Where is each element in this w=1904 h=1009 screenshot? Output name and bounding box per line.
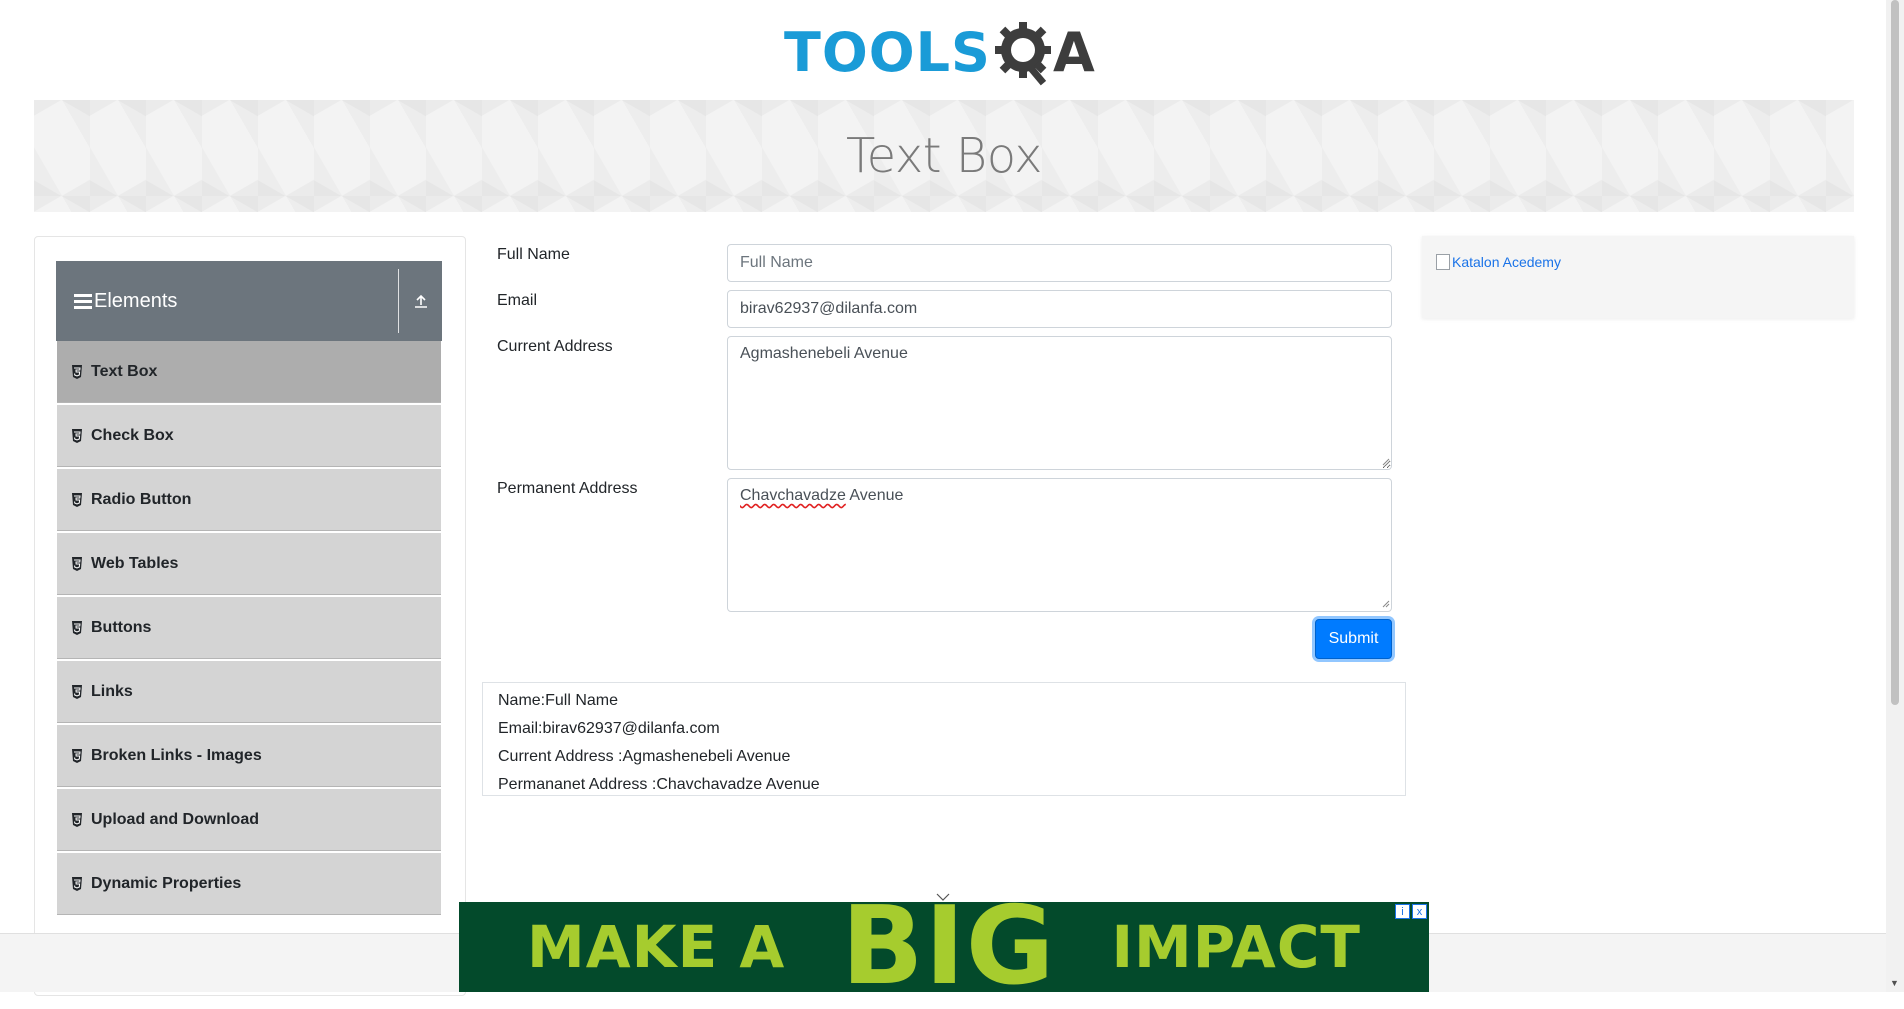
side-ad-banner[interactable]: Katalon Acedemy (1422, 236, 1854, 318)
group-title: Elements (94, 289, 178, 312)
sidebar-item-broken-links-images[interactable]: Broken Links - Images (57, 725, 441, 787)
output-email: Email:birav62937@dilanfa.com (498, 720, 720, 737)
broken-image-icon (1436, 254, 1450, 270)
full-name-label: Full Name (497, 246, 570, 263)
sidebar-item-label: Broken Links - Images (91, 746, 262, 764)
sidebar-item-upload-and-download[interactable]: Upload and Download (57, 789, 441, 851)
sidebar-item-label: Links (91, 682, 133, 700)
bottom-ad-banner[interactable]: MAKE A BIG IMPACT i x (459, 893, 1429, 1001)
sidebar-item-label: Upload and Download (91, 810, 259, 828)
sidebar: Elements Text Box Check Box Radio Button… (34, 236, 466, 996)
ad-text-big: BIG (841, 884, 1056, 1009)
ad-close-icon[interactable]: x (1412, 904, 1427, 919)
ad-text-make-a: MAKE A (527, 913, 786, 981)
html5-icon (72, 492, 82, 507)
scroll-down-arrow-icon[interactable]: ▼ (1890, 978, 1900, 988)
ad-alt-text: Katalon Acedemy (1452, 254, 1561, 270)
output-current-address: Current Address :Agmashenebeli Avenue (498, 748, 791, 765)
current-address-textarea[interactable]: Agmashenebeli Avenue (727, 336, 1392, 470)
page-banner: Text Box (34, 100, 1854, 212)
current-address-label: Current Address (497, 338, 613, 355)
sidebar-item-text-box[interactable]: Text Box (57, 341, 441, 403)
broken-image-link[interactable]: Katalon Acedemy (1436, 254, 1561, 270)
submit-button[interactable]: Submit (1315, 619, 1392, 659)
permanent-address-textarea[interactable]: Chavchavadze Avenue (727, 478, 1392, 612)
sidebar-item-links[interactable]: Links (57, 661, 441, 723)
toolsqa-logo[interactable]: TOOLS A (784, 16, 1108, 90)
sidebar-item-dynamic-properties[interactable]: Dynamic Properties (57, 853, 441, 915)
permanent-address-rest: Avenue (845, 487, 904, 504)
header-divider (398, 269, 399, 333)
html5-icon (72, 876, 82, 891)
output-box: Name:Full Name Email:birav62937@dilanfa.… (482, 682, 1406, 796)
sidebar-item-label: Buttons (91, 618, 152, 636)
gear-q-icon (994, 22, 1051, 86)
output-permanent-address: Permananet Address :Chavchavadze Avenue (498, 776, 820, 793)
resize-grip-icon[interactable] (1382, 600, 1390, 608)
logo-text-tools: TOOLS (784, 21, 991, 84)
html5-icon (72, 428, 82, 443)
ad-text-impact: IMPACT (1111, 913, 1361, 981)
email-label: Email (497, 292, 538, 309)
sidebar-menu: Text Box Check Box Radio Button Web Tabl… (57, 341, 441, 917)
sidebar-item-label: Check Box (91, 426, 174, 444)
sidebar-item-label: Radio Button (91, 490, 192, 508)
elements-group-header[interactable]: Elements (56, 261, 442, 341)
html5-icon (72, 364, 82, 379)
ad-badge: i x (1395, 904, 1427, 919)
logo-text-a: A (1052, 21, 1095, 84)
sidebar-item-buttons[interactable]: Buttons (57, 597, 441, 659)
sidebar-item-label: Web Tables (91, 554, 179, 572)
html5-icon (72, 748, 82, 763)
sidebar-item-label: Dynamic Properties (91, 874, 242, 892)
hamburger-icon (74, 293, 92, 309)
sidebar-item-label: Text Box (91, 362, 158, 380)
sidebar-item-radio-button[interactable]: Radio Button (57, 469, 441, 531)
page-scrollbar[interactable]: ▼ (1886, 0, 1904, 992)
misspelled-word: Chavchavadze (740, 487, 846, 504)
html5-icon (72, 620, 82, 635)
page-title: Text Box (845, 128, 1043, 184)
collapse-up-icon[interactable] (400, 261, 442, 341)
html5-icon (72, 812, 82, 827)
resize-grip-icon[interactable] (1382, 458, 1390, 466)
sidebar-item-check-box[interactable]: Check Box (57, 405, 441, 467)
full-name-input[interactable] (727, 244, 1392, 282)
html5-icon (72, 684, 82, 699)
html5-icon (72, 556, 82, 571)
output-name: Name:Full Name (498, 692, 619, 709)
email-input[interactable] (727, 290, 1392, 328)
sidebar-item-web-tables[interactable]: Web Tables (57, 533, 441, 595)
ad-info-icon[interactable]: i (1395, 904, 1410, 919)
scrollbar-thumb[interactable] (1891, 0, 1899, 705)
permanent-address-label: Permanent Address (497, 480, 638, 497)
